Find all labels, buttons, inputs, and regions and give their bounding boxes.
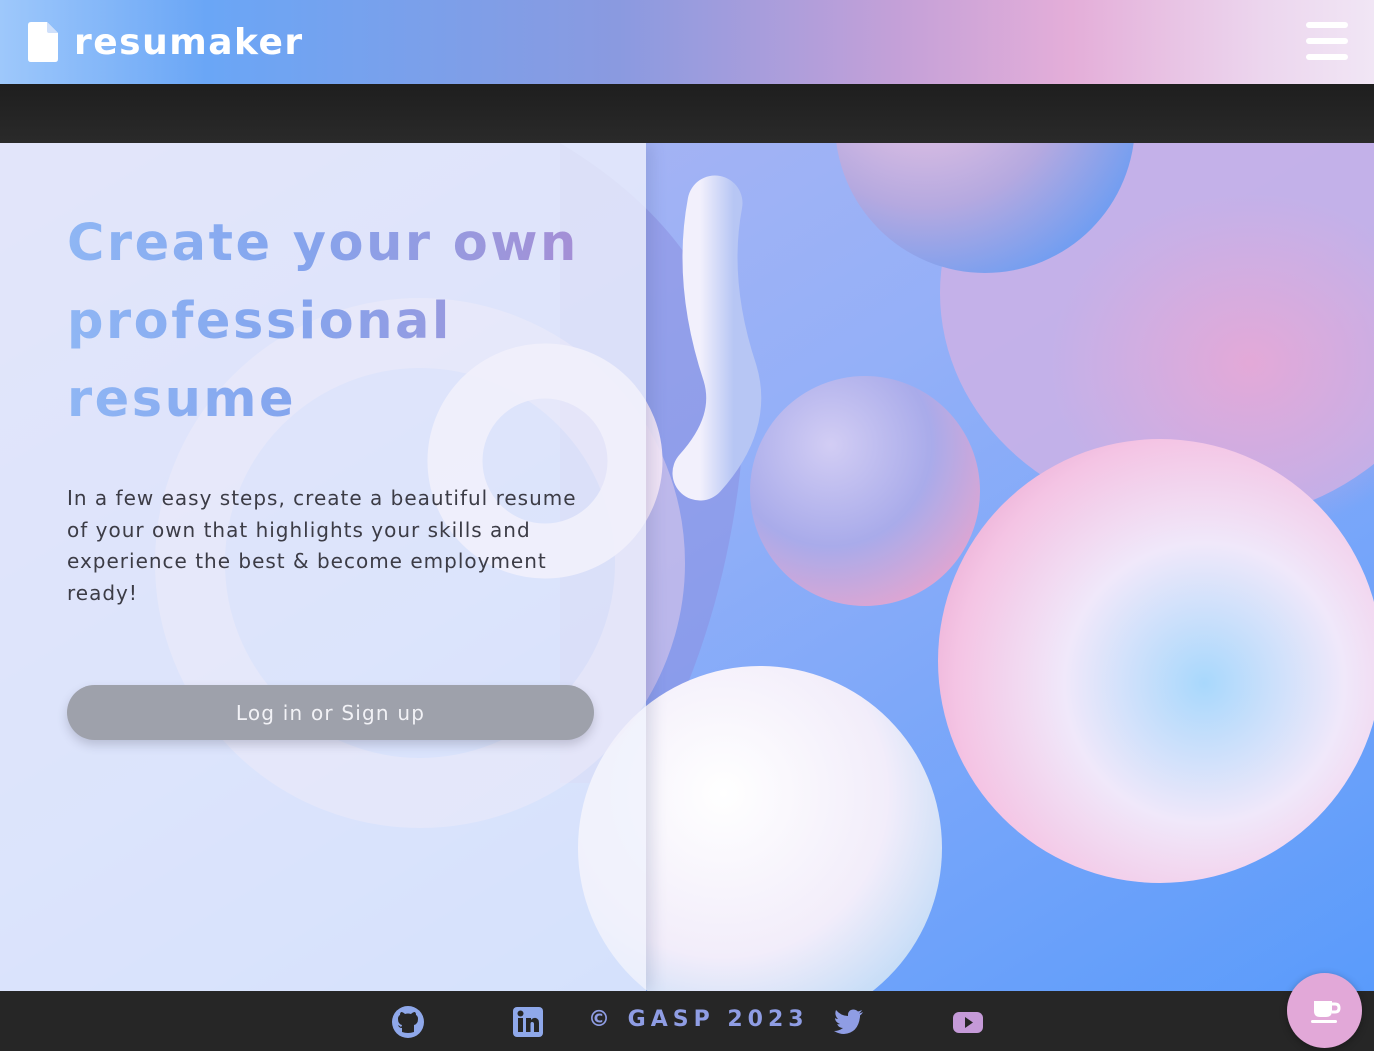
- youtube-icon[interactable]: [951, 1005, 985, 1039]
- hero-section: Create your own professional resume In a…: [0, 143, 1374, 991]
- top-navbar: resumaker: [0, 0, 1374, 84]
- menu-bar: [1306, 38, 1348, 44]
- copyright-text: © GASP 2023: [588, 1007, 809, 1032]
- login-signup-button[interactable]: Log in or Sign up: [67, 685, 594, 740]
- brand-logo[interactable]: resumaker: [28, 0, 304, 84]
- coffee-cup-glyph: [1310, 1000, 1341, 1023]
- document-icon: [28, 22, 58, 62]
- linkedin-icon[interactable]: [511, 1005, 545, 1039]
- menu-bar: [1306, 54, 1348, 60]
- headline-line: Create your own: [67, 205, 627, 283]
- footer: © GASP 2023: [0, 991, 1374, 1051]
- menu-bar: [1306, 22, 1348, 28]
- hamburger-menu-icon[interactable]: [1306, 22, 1348, 60]
- twitter-icon[interactable]: [831, 1005, 865, 1039]
- brand-name: resumaker: [74, 21, 304, 63]
- hero-headline: Create your own professional resume: [67, 205, 627, 439]
- github-icon[interactable]: [391, 1005, 425, 1039]
- hero-description: In a few easy steps, create a beautiful …: [67, 486, 577, 605]
- headline-line: professional: [67, 283, 627, 361]
- headline-line: resume: [67, 361, 627, 439]
- header-spacer-band: [0, 84, 1374, 143]
- coffee-cup-icon[interactable]: [1287, 973, 1362, 1048]
- hero-text-panel: Create your own professional resume In a…: [0, 143, 646, 991]
